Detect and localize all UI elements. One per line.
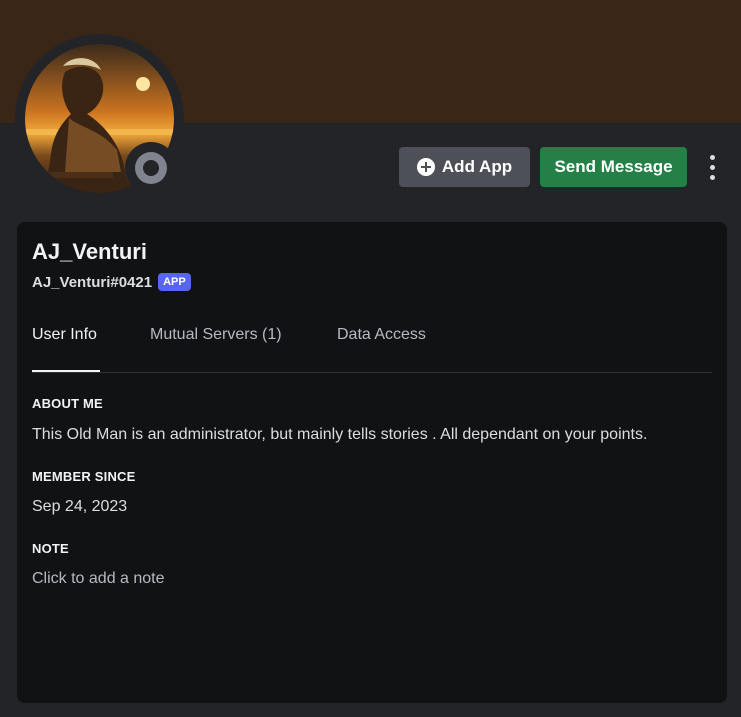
more-vertical-icon-dot <box>709 164 715 170</box>
avatar-frame <box>15 34 184 203</box>
profile-card: AJ_Venturi AJ_Venturi#0421 APP User Info… <box>17 222 727 703</box>
note-heading: NOTE <box>32 541 69 556</box>
more-vertical-icon-dot <box>709 174 715 180</box>
offline-status-icon <box>135 152 167 184</box>
add-app-button[interactable]: Add App <box>399 147 530 187</box>
member-since-heading: MEMBER SINCE <box>32 469 136 484</box>
more-options-button[interactable] <box>701 150 723 184</box>
note-input[interactable]: Click to add a note <box>32 570 165 588</box>
more-vertical-icon <box>709 154 715 160</box>
add-app-label: Add App <box>441 157 513 176</box>
profile-tabs: User Info Mutual Servers (1) Data Access <box>32 323 712 373</box>
tab-user-info[interactable]: User Info <box>32 323 100 372</box>
about-me-heading: ABOUT ME <box>32 396 103 411</box>
user-tag: AJ_Venturi#0421 <box>32 273 153 291</box>
about-me-text: This Old Man is an administrator, but ma… <box>32 426 648 443</box>
member-since-date: Sep 24, 2023 <box>32 498 128 515</box>
tab-mutual-servers[interactable]: Mutual Servers (1) <box>150 323 282 372</box>
plus-circle-icon <box>416 158 435 176</box>
display-name: AJ_Venturi <box>32 239 147 264</box>
app-badge: APP <box>158 273 191 291</box>
user-tag-row: AJ_Venturi#0421 APP <box>32 273 191 291</box>
status-indicator <box>125 142 177 194</box>
send-message-button[interactable]: Send Message <box>540 147 687 187</box>
tab-data-access[interactable]: Data Access <box>337 323 426 372</box>
send-message-label: Send Message <box>554 157 673 176</box>
